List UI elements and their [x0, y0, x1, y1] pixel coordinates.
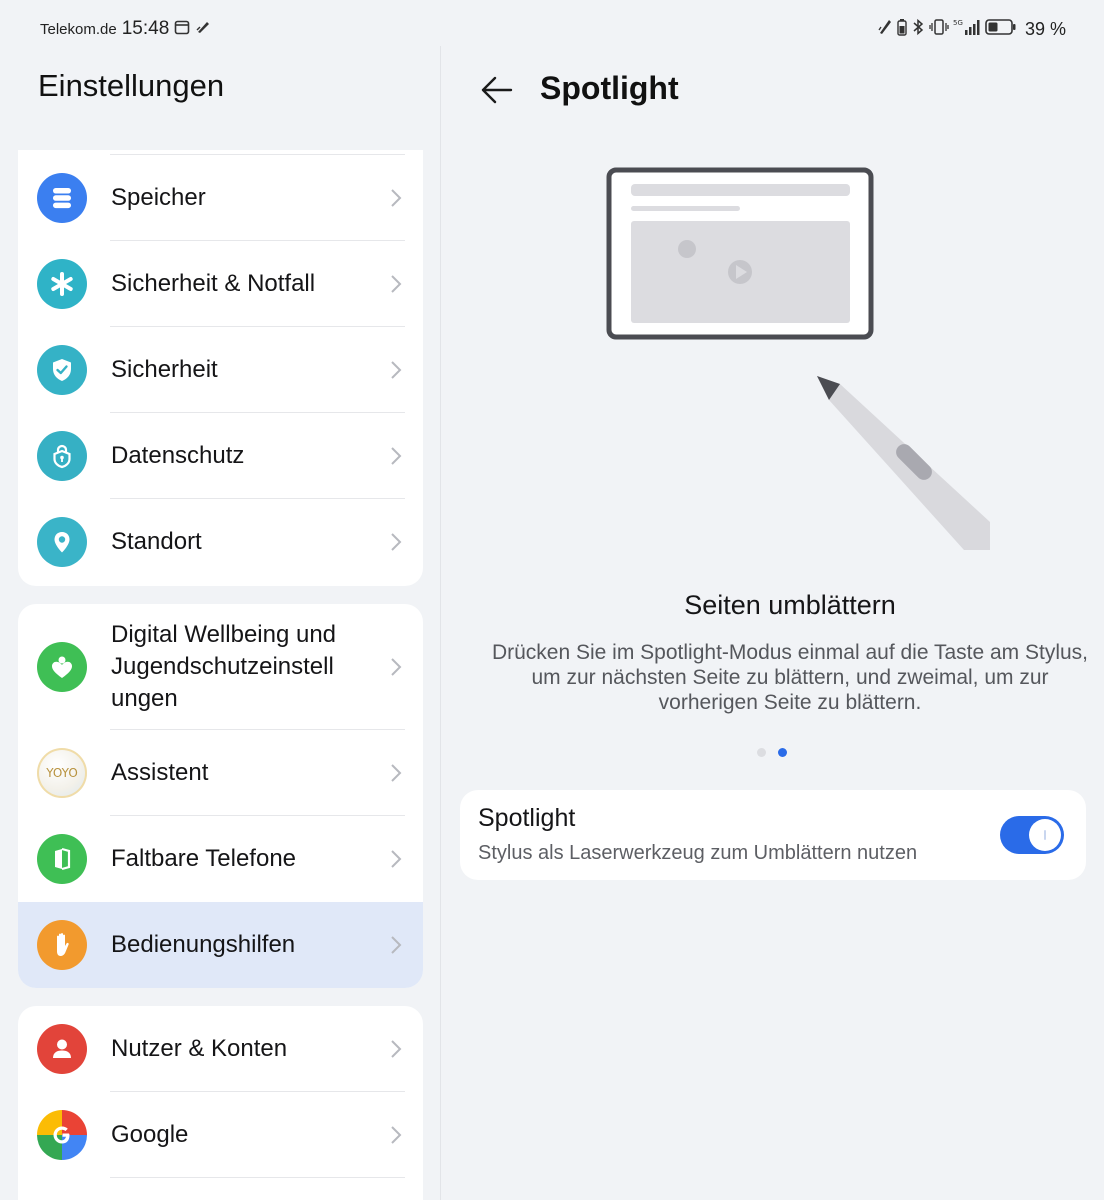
settings-group-3: Nutzer & Konten Google: [18, 1006, 423, 1200]
settings-item-label: Assistent: [111, 759, 209, 786]
signal-icon: 5G: [953, 18, 981, 41]
settings-item-privacy[interactable]: Datenschutz: [18, 413, 423, 499]
chevron-right-icon: [391, 361, 402, 379]
settings-item-label: Datenschutz: [111, 442, 245, 469]
google-icon: [37, 1110, 87, 1160]
stylus-illustration: [817, 376, 990, 550]
foldable-phone-icon: [37, 834, 87, 884]
yoyo-icon-text: YOYO: [46, 766, 78, 780]
settings-item-accessibility[interactable]: Bedienungshilfen: [18, 902, 423, 988]
wellbeing-heart-icon: [37, 642, 87, 692]
settings-title: Einstellungen: [38, 68, 225, 103]
vibrate-icon: [929, 18, 949, 41]
spotlight-illustration: [600, 160, 1000, 560]
pane-divider: [440, 46, 441, 1200]
slide-title: Seiten umblättern: [684, 590, 896, 620]
storage-icon: [37, 173, 87, 223]
spotlight-setting-title: Spotlight: [478, 804, 576, 832]
settings-item-location[interactable]: Standort: [18, 499, 423, 585]
asterisk-icon: [37, 259, 87, 309]
settings-item-label: Google: [111, 1121, 189, 1148]
pen-icon: [195, 19, 211, 40]
settings-item-security[interactable]: Sicherheit: [18, 327, 423, 413]
settings-item-safety-emergency[interactable]: Sicherheit & Notfall: [18, 241, 423, 327]
settings-item-assistant[interactable]: YOYO Assistent: [18, 730, 423, 816]
chevron-right-icon: [391, 658, 402, 676]
battery-icon: [985, 18, 1017, 41]
settings-item-label: Bedienungshilfen: [111, 931, 296, 958]
spotlight-toggle-switch[interactable]: [1000, 816, 1064, 854]
shield-icon: [37, 345, 87, 395]
pager-dot[interactable]: [757, 748, 766, 757]
pager-dots: [757, 748, 787, 757]
spotlight-setting-card: Spotlight Stylus als Laserwerkzeug zum U…: [460, 790, 1086, 880]
stylus-battery-icon: [897, 18, 907, 41]
yoyo-icon: YOYO: [37, 748, 87, 798]
chevron-right-icon: [391, 850, 402, 868]
clock: 15:48: [121, 18, 170, 39]
pager-dot-active[interactable]: [778, 748, 787, 757]
battery-percent: 39 %: [1024, 19, 1066, 39]
chevron-right-icon: [391, 1040, 402, 1058]
page-title: Spotlight: [540, 70, 679, 106]
status-bar: Telekom.de 15:48 5G 39 %: [0, 0, 1104, 56]
chevron-right-icon: [391, 1126, 402, 1144]
bluetooth-icon: [911, 18, 925, 41]
carrier-name: Telekom.de: [40, 20, 117, 38]
settings-item-foldable-phones[interactable]: Faltbare Telefone: [18, 816, 423, 902]
back-button[interactable]: [476, 70, 516, 110]
settings-item-label: Standort: [111, 528, 202, 555]
settings-item-google[interactable]: Google: [18, 1092, 423, 1178]
settings-item-label: Faltbare Telefone: [111, 845, 297, 872]
calendar-icon: [174, 19, 190, 40]
chevron-right-icon: [391, 275, 402, 293]
chevron-right-icon: [391, 447, 402, 465]
settings-group-1: Speicher Sicherheit & Notfall Sicherheit…: [18, 150, 423, 586]
settings-item-label: Speicher: [111, 184, 206, 211]
settings-item-label: Sicherheit & Notfall: [111, 270, 316, 297]
location-pin-icon: [37, 517, 87, 567]
settings-item-users-accounts[interactable]: Nutzer & Konten: [18, 1006, 423, 1092]
user-icon: [37, 1024, 87, 1074]
chevron-right-icon: [391, 764, 402, 782]
chevron-right-icon: [391, 189, 402, 207]
svg-text:5G: 5G: [953, 19, 963, 27]
stylus-icon: [877, 18, 893, 41]
privacy-lock-icon: [37, 431, 87, 481]
settings-item-storage[interactable]: Speicher: [18, 155, 423, 241]
chevron-right-icon: [391, 936, 402, 954]
chevron-right-icon: [391, 533, 402, 551]
settings-item-digital-wellbeing[interactable]: Digital Wellbeing und Jugendschutzeinste…: [18, 604, 423, 730]
slide-description: Drücken Sie im Spotlight-Modus einmal au…: [491, 641, 1089, 714]
tablet-illustration: [606, 167, 874, 340]
settings-item-label: Nutzer & Konten: [111, 1035, 288, 1062]
hand-icon: [37, 920, 87, 970]
toggle-knob: [1029, 819, 1061, 851]
back-arrow-icon: [481, 76, 513, 104]
settings-item-label: Digital Wellbeing und Jugendschutzeinste…: [111, 621, 337, 712]
settings-item-label: Sicherheit: [111, 356, 218, 383]
settings-group-2: Digital Wellbeing und Jugendschutzeinste…: [18, 604, 423, 988]
spotlight-setting-subtitle: Stylus als Laserwerkzeug zum Umblättern …: [478, 842, 918, 864]
